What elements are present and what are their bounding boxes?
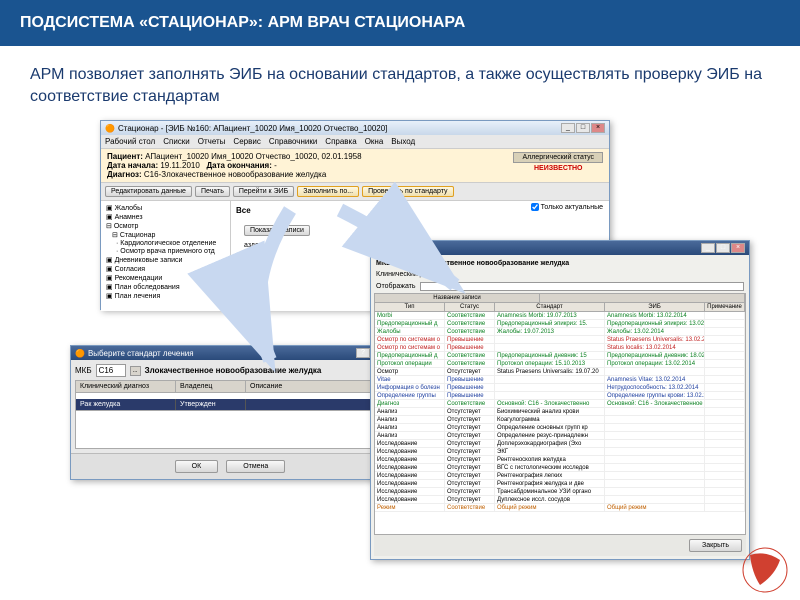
check-table-row[interactable]: РежимСоответствиеОбщий режимОбщий режим [375,504,745,512]
check-table-row[interactable]: ЖалобыСоответствиеЖалобы: 19.07.2013Жало… [375,328,745,336]
menu-item[interactable]: Справка [325,137,356,146]
mkb-label: МКБ [75,366,92,375]
close-button[interactable]: × [591,123,605,133]
menu-item[interactable]: Списки [163,137,190,146]
menu-item[interactable]: Окна [365,137,384,146]
filter-input[interactable] [420,282,744,291]
minimize-button[interactable]: _ [561,123,575,133]
only-actual-checkbox[interactable]: Только актуальные [531,203,603,211]
allergy-label: Аллергический статус [513,152,603,163]
close-button[interactable]: Закрыть [689,539,742,552]
check-table-row[interactable]: ИсследованиеОтсутствуетРентгеноскопия же… [375,456,745,464]
menu-item[interactable]: Рабочий стол [105,137,155,146]
mkb-code-input[interactable] [96,364,126,377]
check-table-row[interactable]: Информация о болезнПревышениеНетрудоспос… [375,384,745,392]
window-title: Стационар - [ЭИБ №160: АПациент_10020 Им… [118,124,387,133]
ok-button[interactable]: ОК [175,460,219,473]
check-table-row[interactable]: АнализОтсутствуетБиохимический анализ кр… [375,408,745,416]
check-table-row[interactable]: Предоперационный дСоответствиеПредоперац… [375,352,745,360]
check-table-row[interactable]: Предоперационный дСоответствиеПредоперац… [375,320,745,328]
brand-logo [740,545,790,595]
check-table-row[interactable]: ИсследованиеОтсутствуетДуплексное иссл. … [375,496,745,504]
action-bar: Редактировать данные Печать Перейти к ЭИ… [101,183,609,201]
page-header: ПОДСИСТЕМА «СТАЦИОНАР»: АРМ ВРАЧ СТАЦИОН… [0,0,800,46]
check-table-row[interactable]: ИсследованиеОтсутствуетТрансабдоминально… [375,488,745,496]
check-table-row[interactable]: ИсследованиеОтсутствуетДоплерэхокардиогр… [375,440,745,448]
patient-info: Пациент: АПациент_10020 Имя_10020 Отчест… [101,149,609,183]
menu-item[interactable]: Сервис [233,137,260,146]
dialog-icon: 🟠 [75,349,85,358]
check-table-row[interactable]: ИсследованиеОтсутствуетЭКГ [375,448,745,456]
check-table-row[interactable]: Определение группыПревышениеОпределение … [375,392,745,400]
check-max-button[interactable]: □ [716,243,730,253]
check-button[interactable]: Проверить по стандарту [362,186,453,197]
check-table: Название записи Тип Статус Стандарт ЭИБ … [374,293,746,535]
check-table-row[interactable]: ИсследованиеОтсутствуетРентгенография же… [375,480,745,488]
fill-button[interactable]: Заполнить по... [297,186,359,197]
check-close-button[interactable]: × [731,243,745,253]
menu-item[interactable]: Выход [391,137,415,146]
check-table-row[interactable]: АнализОтсутствуетОпределение основных гр… [375,424,745,432]
goto-button[interactable]: Перейти к ЭИБ [233,186,294,197]
check-table-row[interactable]: АнализОтсутствуетКоагулограмма [375,416,745,424]
check-table-row[interactable]: ИсследованиеОтсутствуетРентгенография ле… [375,472,745,480]
check-table-row[interactable]: АнализОтсутствуетОпределение резус-прина… [375,432,745,440]
edit-button[interactable]: Редактировать данные [105,186,192,197]
check-table-row[interactable]: VitaeПревышениеAnamnesis Vitae: 13.02.20… [375,376,745,384]
check-title: Проверка по [388,244,435,253]
dialog-help-button[interactable]: ? [356,348,370,358]
dialog-table-row[interactable]: Рак желудка Утвержден [75,399,385,411]
maximize-button[interactable]: □ [576,123,590,133]
check-table-row[interactable]: Протокол операцииСоответствиеПротокол оп… [375,360,745,368]
mkb-name: Злокачественное новообразование желудка [145,366,322,375]
app-icon: 🟠 [105,124,115,133]
select-standard-dialog: 🟠Выберите стандарт лечения ?× МКБ ... Зл… [70,345,390,480]
check-min-button[interactable]: _ [701,243,715,253]
check-window: 🟠Проверка по _□× МКБ: С16 - Злокачествен… [370,240,750,560]
check-table-row[interactable]: Осмотр по системам оПревышениеStatus loc… [375,344,745,352]
dialog-title: Выберите стандарт лечения [88,349,194,358]
check-table-row[interactable]: ИсследованиеОтсутствуетВГС с гистологиче… [375,464,745,472]
dialog-table-header: Клинический диагноз Владелец Описание [75,380,385,393]
col-group-record: Название записи [375,294,540,302]
check-table-row[interactable]: ОсмотрОтсутствуетStatus Praesens Univers… [375,368,745,376]
check-table-row[interactable]: Осмотр по системам оПревышениеStatus Pra… [375,336,745,344]
check-mkb-line: МКБ: С16 - Злокачественное новообразован… [374,258,746,269]
check-table-row[interactable]: MorbiСоответствиеAnamnesis Morbi: 19.07.… [375,312,745,320]
menu-item[interactable]: Отчеты [198,137,226,146]
show-records-button[interactable]: Показать записи [244,225,310,236]
print-button[interactable]: Печать [195,186,230,197]
page-description: АРМ позволяет заполнять ЭИБ на основании… [0,46,800,119]
cancel-button[interactable]: Отмена [226,460,285,473]
allergy-status: НЕИЗВЕСТНО [513,165,603,172]
menu-item[interactable]: Справочники [269,137,317,146]
lookup-icon[interactable]: ... [130,366,141,376]
tree-panel[interactable]: ▣ Жалобы ▣ Анамнез ⊟ Осмотр ⊟ Стационар … [101,201,231,311]
menu-bar: Рабочий стол Списки Отчеты Сервис Справо… [101,135,609,149]
check-table-row[interactable]: ДиагнозСоответствиеОсновной: С16 - Злока… [375,400,745,408]
titlebar: 🟠 Стационар - [ЭИБ №160: АПациент_10020 … [101,121,609,135]
check-icon: 🟠 [375,244,385,253]
